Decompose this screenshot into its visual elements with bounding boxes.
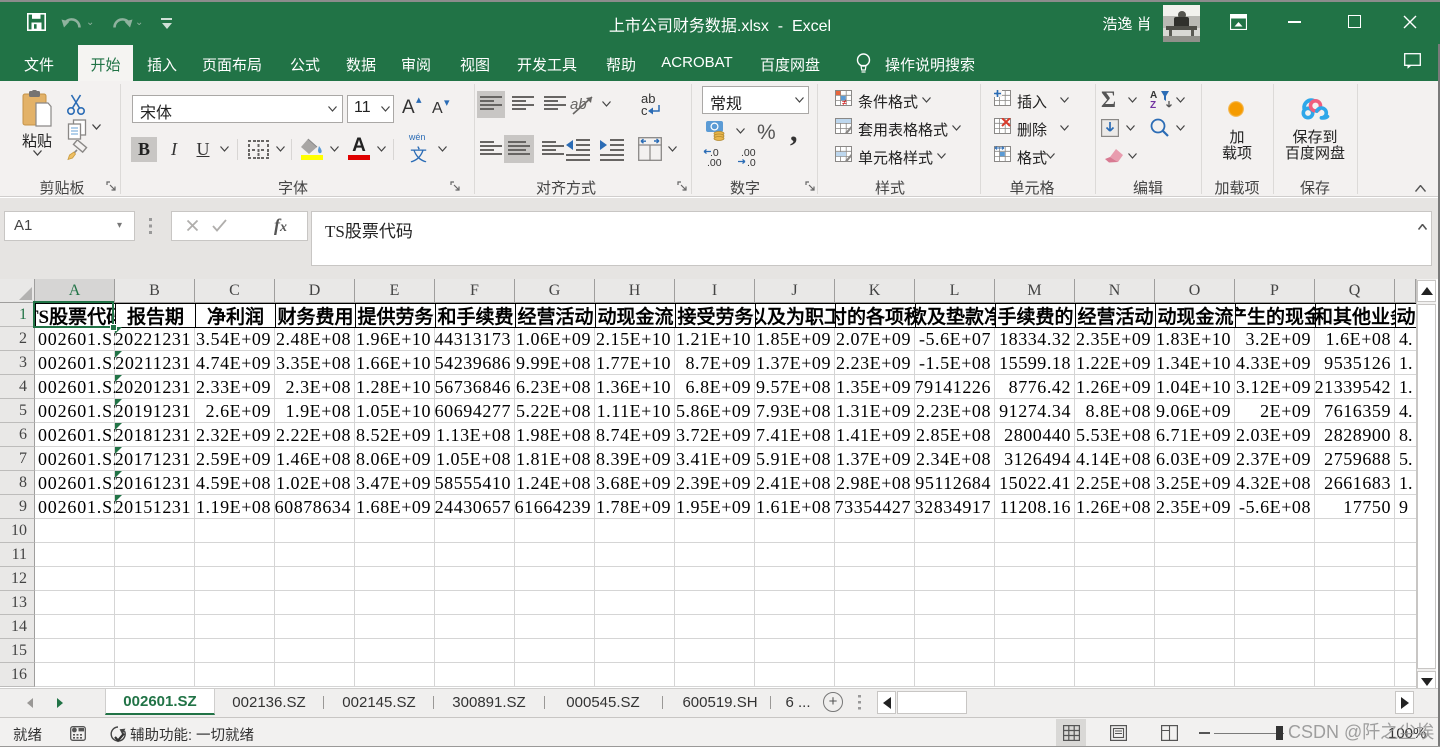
svg-text:c: c xyxy=(641,103,648,117)
svg-text:.00: .00 xyxy=(707,157,722,167)
svg-text:≠: ≠ xyxy=(842,98,847,107)
svg-text:.0: .0 xyxy=(747,157,756,167)
svg-text:Z: Z xyxy=(1150,100,1156,109)
